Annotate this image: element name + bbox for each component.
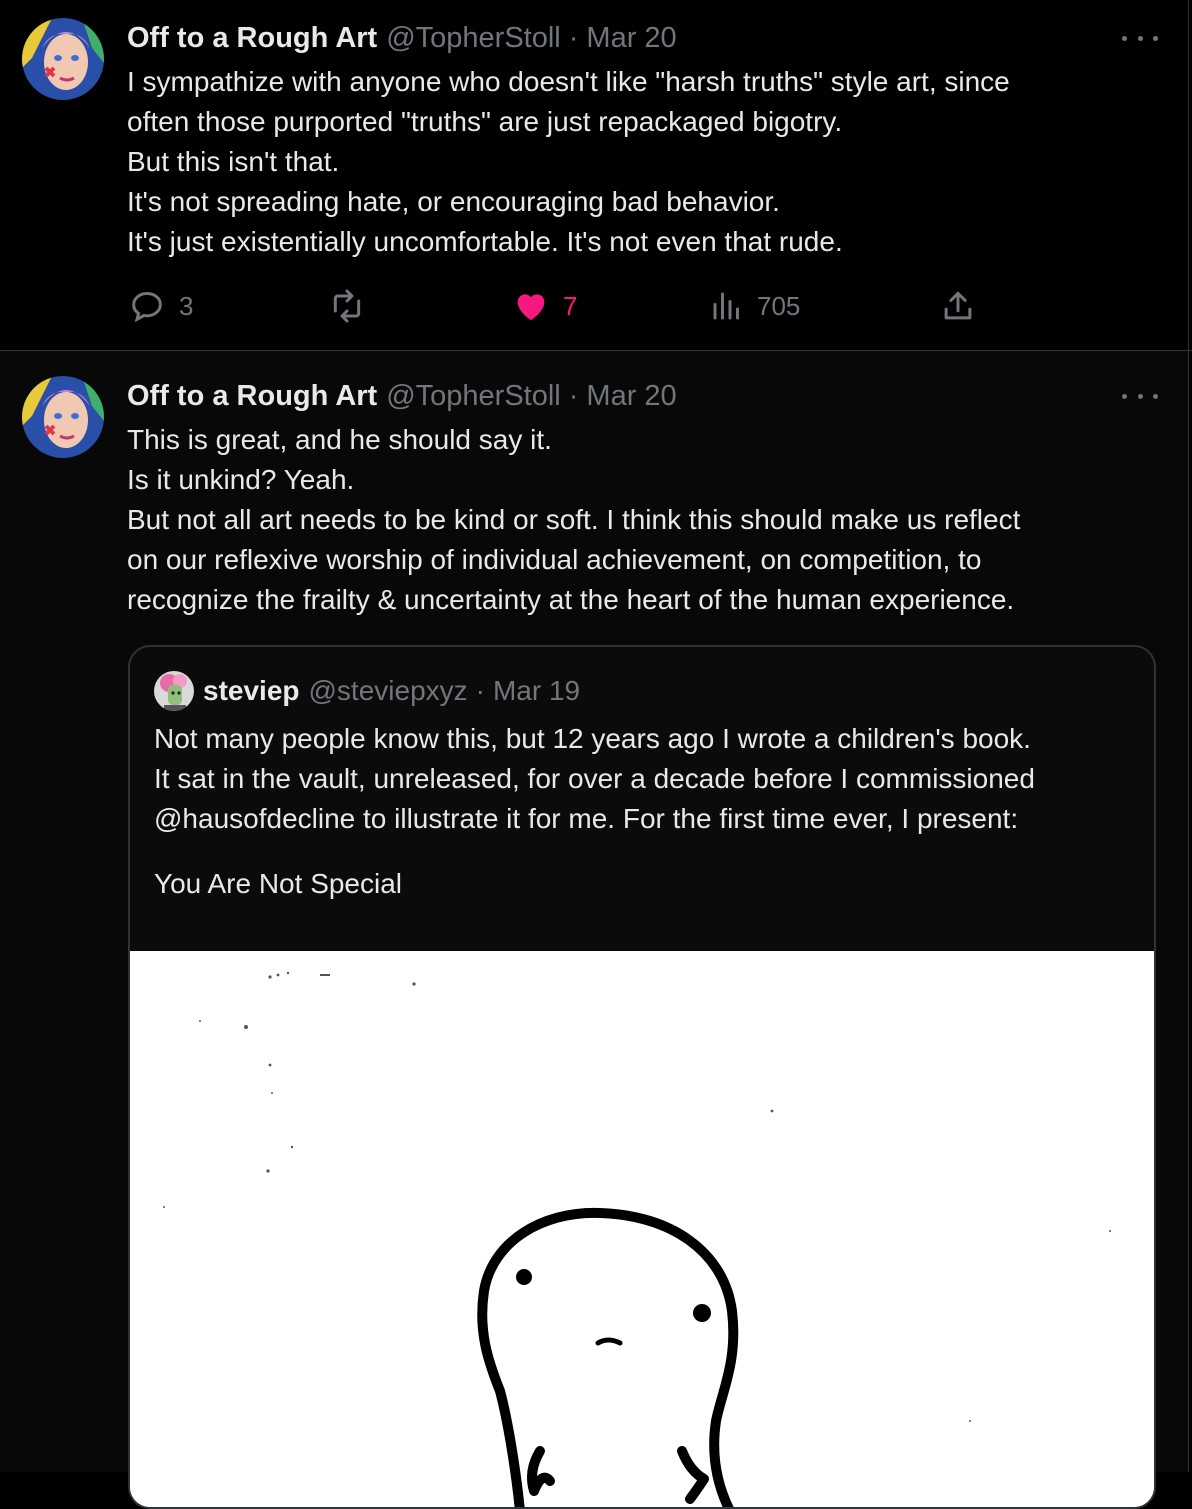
quoted-title-line: You Are Not Special: [154, 868, 403, 899]
tweet-text-line: But not all art needs to be kind or soft…: [127, 504, 1021, 535]
tweet-date[interactable]: Mar 20: [586, 22, 676, 55]
quoted-media-image[interactable]: [130, 951, 1154, 1507]
quoted-author-handle[interactable]: @steviepxyz: [309, 675, 468, 707]
views-count: 705: [757, 290, 801, 321]
tweet-text-line: It's just existentially uncomfortable. I…: [127, 226, 843, 257]
illustration-figure: [130, 951, 1154, 1507]
quoted-text-line: @hausofdecline to illustrate it for me. …: [154, 803, 1019, 834]
views-button[interactable]: 705: [709, 284, 800, 328]
tweet-text-line: often those purported "truths" are just …: [127, 106, 843, 137]
quoted-tweet[interactable]: steviep @steviepxyz · Mar 19 Not many pe…: [128, 645, 1156, 1509]
repost-icon: [333, 289, 361, 323]
author-handle[interactable]: @TopherStoll: [386, 22, 561, 55]
tweet-header: Off to a Rough Art @TopherStoll · Mar 20: [127, 376, 677, 416]
author-name[interactable]: Off to a Rough Art: [127, 380, 377, 413]
like-count: 7: [563, 290, 578, 321]
quoted-tweet-text: Not many people know this, but 12 years …: [154, 719, 1035, 904]
tweet-text-line: Is it unkind? Yeah.: [127, 464, 355, 495]
tweet-header: Off to a Rough Art @TopherStoll · Mar 20: [127, 18, 677, 58]
tweet-text-line: This is great, and he should say it.: [127, 424, 552, 455]
views-icon: [713, 292, 739, 320]
tweet-text-line: I sympathize with anyone who doesn't lik…: [127, 66, 1010, 97]
share-icon: [944, 291, 972, 320]
reply-count: 3: [179, 290, 194, 321]
share-button[interactable]: [939, 284, 977, 328]
tweet-text: I sympathize with anyone who doesn't lik…: [127, 62, 1137, 262]
tweet-1[interactable]: Off to a Rough Art @TopherStoll · Mar 20…: [0, 0, 1189, 350]
tweet-2[interactable]: Off to a Rough Art @TopherStoll · Mar 20…: [0, 351, 1189, 1509]
quoted-text-line: Not many people know this, but 12 years …: [154, 723, 1031, 754]
more-icon[interactable]: [1122, 386, 1158, 406]
tweet-text-line: It's not spreading hate, or encouraging …: [127, 186, 780, 217]
separator-dot: ·: [475, 675, 485, 706]
like-icon: [517, 294, 545, 321]
tweet-actions: 3 7 705: [127, 284, 987, 328]
tweet-text: This is great, and he should say it. Is …: [127, 420, 1137, 620]
separator-dot: ·: [568, 21, 579, 54]
quoted-author-name[interactable]: steviep: [203, 675, 300, 707]
author-handle[interactable]: @TopherStoll: [386, 380, 561, 413]
tweet-text-line: But this isn't that.: [127, 146, 340, 177]
tweet-text-line: recognize the frailty & uncertainty at t…: [127, 584, 1015, 615]
reply-button[interactable]: 3: [127, 284, 193, 328]
separator-dot: ·: [568, 379, 579, 412]
author-avatar[interactable]: [22, 376, 104, 458]
quoted-tweet-header: steviep @steviepxyz · Mar 19: [154, 671, 580, 711]
quoted-tweet-date[interactable]: Mar 19: [493, 675, 580, 707]
repost-button[interactable]: [327, 284, 379, 328]
tweet-date[interactable]: Mar 20: [586, 380, 676, 413]
quoted-text-line: It sat in the vault, unreleased, for ove…: [154, 763, 1035, 794]
author-avatar[interactable]: [22, 18, 104, 100]
author-name[interactable]: Off to a Rough Art: [127, 22, 377, 55]
like-button[interactable]: 7: [511, 284, 577, 328]
tweet-text-line: on our reflexive worship of individual a…: [127, 544, 982, 575]
quoted-author-avatar[interactable]: [154, 671, 194, 711]
reply-icon: [132, 291, 162, 323]
more-icon[interactable]: [1122, 28, 1158, 48]
